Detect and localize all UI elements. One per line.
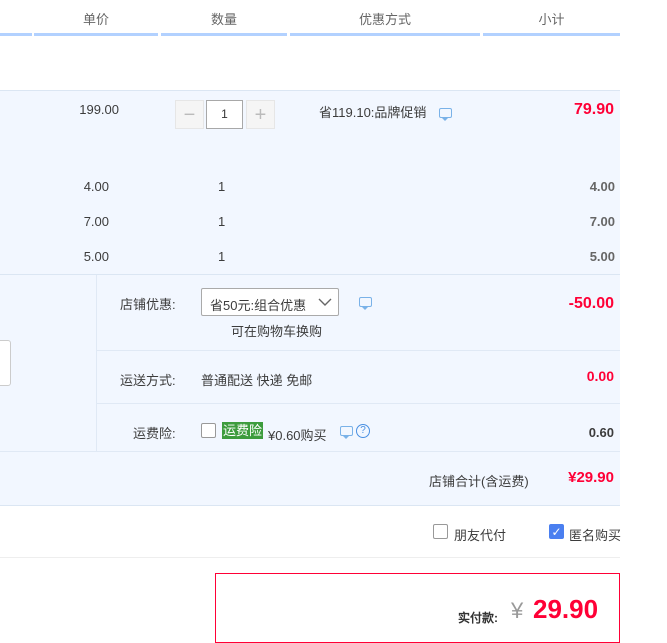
shop-discount-label: 店铺优惠: bbox=[120, 297, 176, 312]
insurance-label: 运费险: bbox=[133, 426, 176, 441]
shop-discount-select[interactable]: 省50元:组合优惠 bbox=[201, 288, 339, 316]
chevron-down-icon bbox=[318, 298, 332, 306]
shop-total-amount: ¥29.90 bbox=[568, 469, 614, 486]
shop-divider-3 bbox=[0, 451, 620, 452]
help-icon[interactable]: ? bbox=[356, 424, 370, 438]
payment-summary-box: 实付款: ¥ 29.90 bbox=[215, 573, 620, 643]
sub-item-2-unit-price: 7.00 bbox=[83, 214, 109, 229]
anonymous-checkbox[interactable]: ✓ bbox=[549, 524, 564, 539]
currency-symbol: ¥ bbox=[511, 598, 524, 623]
shop-discount-select-value: 省50元:组合优惠 bbox=[210, 298, 307, 313]
payment-label: 实付款: bbox=[458, 611, 498, 625]
promo-text: 省119.10:品牌促销 bbox=[319, 105, 427, 120]
shop-divider-2 bbox=[96, 403, 620, 404]
shop-divider-vertical bbox=[96, 275, 97, 451]
insurance-text: ¥0.60购买 bbox=[268, 428, 327, 443]
message-icon[interactable] bbox=[359, 297, 372, 310]
header-discount-method: 优惠方式 bbox=[290, 0, 480, 36]
payment-amount: 29.90 bbox=[533, 594, 599, 624]
message-icon[interactable] bbox=[340, 426, 353, 439]
shipping-value: 普通配送 快递 免邮 bbox=[201, 373, 313, 388]
friend-pay-label[interactable]: 朋友代付 bbox=[454, 525, 506, 544]
shop-discount-amount: -50.00 bbox=[568, 295, 614, 312]
buyer-message-input[interactable] bbox=[0, 340, 11, 386]
insurance-amount: 0.60 bbox=[588, 425, 614, 440]
shop-total-label: 店铺合计(含运费) bbox=[429, 474, 529, 489]
table-header: 单价 数量 优惠方式 小计 bbox=[0, 0, 620, 36]
quantity-decrease-button[interactable]: − bbox=[175, 100, 204, 129]
sub-item-2-quantity: 1 bbox=[218, 214, 226, 229]
header-subtotal: 小计 bbox=[483, 0, 620, 36]
insurance-checkbox[interactable] bbox=[201, 423, 216, 438]
shop-discount-note: 可在购物车换购 bbox=[231, 324, 323, 339]
anonymous-label[interactable]: 匿名购买 bbox=[569, 525, 621, 544]
header-quantity: 数量 bbox=[161, 0, 287, 36]
sub-item-1-quantity: 1 bbox=[218, 179, 226, 194]
quantity-increase-button[interactable]: + bbox=[246, 100, 275, 129]
sub-item-2-subtotal: 7.00 bbox=[589, 214, 615, 229]
main-item-subtotal: 79.90 bbox=[573, 101, 614, 118]
insurance-badge: 运费险 bbox=[222, 422, 264, 439]
main-item-unit-price: 199.00 bbox=[79, 102, 119, 117]
sub-item-1-subtotal: 4.00 bbox=[589, 179, 615, 194]
shop-divider-1 bbox=[96, 350, 620, 351]
sub-item-3-quantity: 1 bbox=[218, 249, 226, 264]
header-spacer bbox=[0, 0, 32, 36]
sub-item-3-unit-price: 5.00 bbox=[83, 249, 109, 264]
header-unit-price: 单价 bbox=[34, 0, 158, 36]
sub-item-1-unit-price: 4.00 bbox=[83, 179, 109, 194]
quantity-input[interactable]: 1 bbox=[206, 100, 243, 129]
message-icon[interactable] bbox=[439, 108, 452, 121]
friend-pay-checkbox[interactable] bbox=[433, 524, 448, 539]
shipping-label: 运送方式: bbox=[120, 373, 176, 388]
options-divider bbox=[0, 557, 620, 558]
sub-item-3-subtotal: 5.00 bbox=[589, 249, 615, 264]
shipping-amount: 0.00 bbox=[586, 368, 614, 384]
